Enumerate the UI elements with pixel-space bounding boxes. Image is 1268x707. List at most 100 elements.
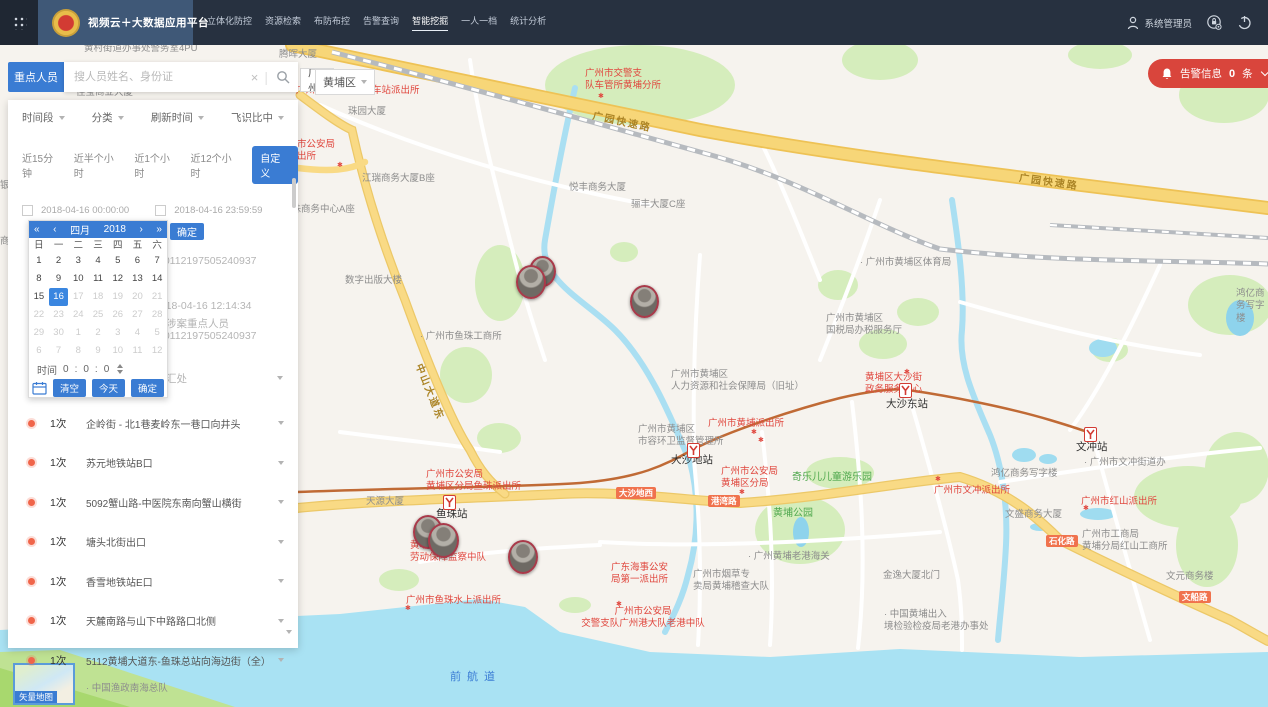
person-photo-marker[interactable] [516, 265, 546, 299]
calendar-day[interactable]: 9 [88, 342, 108, 360]
calendar-day[interactable]: 19 [108, 288, 128, 306]
calendar-day[interactable]: 5 [147, 324, 167, 342]
start-date-checkbox[interactable] [22, 205, 33, 216]
nav-item-5[interactable]: 智能挖掘 [412, 14, 448, 31]
calendar-day[interactable]: 7 [147, 252, 167, 270]
apps-grid-icon[interactable] [0, 0, 38, 45]
end-date-checkbox[interactable] [155, 205, 166, 216]
search-icon[interactable] [276, 70, 290, 84]
chevron-down-icon[interactable] [278, 421, 284, 425]
calendar-day[interactable]: 14 [147, 270, 167, 288]
calendar-day[interactable]: 10 [108, 342, 128, 360]
calendar-day[interactable]: 22 [29, 306, 49, 324]
quick-time-halfhour[interactable]: 近半个小时 [74, 150, 124, 180]
person-photo-marker[interactable] [428, 523, 459, 558]
calendar-day[interactable]: 29 [29, 324, 49, 342]
list-item[interactable]: 1次企岭街 - 北1巷麦岭东一巷口向井头 [8, 408, 298, 438]
calendar-day[interactable]: 6 [29, 342, 49, 360]
start-date-value[interactable]: 2018-04-16 00:00:00 [41, 205, 129, 216]
prev-month-button[interactable]: ‹ [53, 224, 56, 235]
calendar-day-selected[interactable]: 16 [49, 288, 69, 306]
calendar-day[interactable]: 26 [108, 306, 128, 324]
calendar-day[interactable]: 10 [68, 270, 88, 288]
calendar-day[interactable]: 5 [108, 252, 128, 270]
scrollbar-thumb[interactable] [292, 178, 296, 208]
calendar-day[interactable]: 11 [128, 342, 148, 360]
calendar-day[interactable]: 12 [147, 342, 167, 360]
calendar-day[interactable]: 30 [49, 324, 69, 342]
district-select[interactable]: 黄埔区 [315, 69, 375, 95]
calendar-day[interactable]: 4 [128, 324, 148, 342]
ok-button[interactable]: 确定 [131, 379, 164, 397]
tab-key-person[interactable]: 重点人员 [8, 62, 64, 92]
time-hours[interactable]: 0 [63, 364, 69, 375]
person-photo-marker[interactable] [508, 540, 538, 574]
prev-year-button[interactable]: « [34, 224, 40, 235]
nav-item-6[interactable]: 一人一档 [461, 14, 497, 31]
calendar-day[interactable]: 23 [49, 306, 69, 324]
calendar-day[interactable]: 7 [49, 342, 69, 360]
nav-item-1[interactable]: 立体化防控 [207, 14, 252, 31]
calendar-day[interactable]: 27 [128, 306, 148, 324]
clear-icon[interactable]: × [251, 70, 259, 85]
calendar-day[interactable]: 25 [88, 306, 108, 324]
list-item[interactable]: 1次香雪地铁站E口 [8, 566, 298, 596]
scroll-down-icon[interactable] [286, 630, 292, 634]
calendar-day[interactable]: 28 [147, 306, 167, 324]
nav-item-7[interactable]: 统计分析 [510, 14, 546, 31]
chevron-down-icon[interactable] [278, 619, 284, 623]
calendar-day[interactable]: 21 [147, 288, 167, 306]
chevron-down-icon[interactable] [278, 500, 284, 504]
calendar-year[interactable]: 2018 [104, 224, 126, 235]
person-photo-marker[interactable] [630, 285, 659, 318]
chevron-down-icon[interactable] [278, 461, 284, 465]
nav-item-4[interactable]: 告警查询 [363, 14, 399, 31]
calendar-day[interactable]: 8 [68, 342, 88, 360]
next-month-button[interactable]: › [139, 224, 142, 235]
power-logout-icon[interactable] [1237, 15, 1252, 30]
user-account[interactable]: 系统管理员 [1127, 16, 1192, 30]
next-year-button[interactable]: » [156, 224, 162, 235]
calendar-day[interactable]: 3 [68, 252, 88, 270]
list-item[interactable]: 1次塘头北街出口 [8, 527, 298, 557]
list-item[interactable]: 1次5112黄埔大道东-鱼珠总站向海边街（全） [8, 645, 298, 675]
custom-time-button[interactable]: 自定义 [252, 146, 298, 184]
list-item[interactable]: 1次苏元地铁站B口 [8, 448, 298, 478]
quick-time-15min[interactable]: 近15分钟 [22, 150, 63, 180]
list-item[interactable]: 1次5092蟹山路-中医院东南向蟹山横街 [8, 487, 298, 517]
calendar-day[interactable]: 4 [88, 252, 108, 270]
calendar-day[interactable]: 1 [29, 252, 49, 270]
calendar-icon[interactable] [32, 381, 47, 395]
calendar-day[interactable]: 13 [128, 270, 148, 288]
calendar-day[interactable]: 9 [49, 270, 69, 288]
calendar-day[interactable]: 2 [49, 252, 69, 270]
quick-time-1hour[interactable]: 近1个小时 [134, 150, 179, 180]
calendar-day[interactable]: 11 [88, 270, 108, 288]
calendar-day[interactable]: 8 [29, 270, 49, 288]
calendar-day[interactable]: 1 [68, 324, 88, 342]
filter-time-range[interactable]: 时间段 [22, 110, 65, 125]
chevron-down-icon[interactable] [278, 658, 284, 662]
confirm-range-button[interactable]: 确定 [170, 223, 204, 240]
time-minutes[interactable]: 0 [83, 364, 89, 375]
calendar-day[interactable]: 3 [108, 324, 128, 342]
quick-time-12hour[interactable]: 近12个小时 [191, 150, 242, 180]
filter-refresh[interactable]: 刷新时间 [151, 110, 204, 125]
nav-item-2[interactable]: 资源检索 [265, 14, 301, 31]
today-button[interactable]: 今天 [92, 379, 125, 397]
calendar-day[interactable]: 15 [29, 288, 49, 306]
calendar-day[interactable]: 2 [88, 324, 108, 342]
calendar-day[interactable]: 18 [88, 288, 108, 306]
filter-match[interactable]: 飞识比中 [231, 110, 284, 125]
end-date-value[interactable]: 2018-04-16 23:59:59 [174, 205, 262, 216]
search-input[interactable] [72, 70, 245, 84]
calendar-month[interactable]: 四月 [70, 222, 90, 237]
filter-category[interactable]: 分类 [92, 110, 124, 125]
security-settings-icon[interactable] [1206, 14, 1223, 31]
chevron-down-icon[interactable] [277, 376, 283, 380]
calendar-day[interactable]: 6 [128, 252, 148, 270]
list-item[interactable]: 1次天麓南路与山下中路路口北侧 [8, 606, 298, 636]
calendar-day[interactable]: 24 [68, 306, 88, 324]
chevron-down-icon[interactable] [278, 540, 284, 544]
chevron-down-icon[interactable] [1260, 68, 1268, 76]
